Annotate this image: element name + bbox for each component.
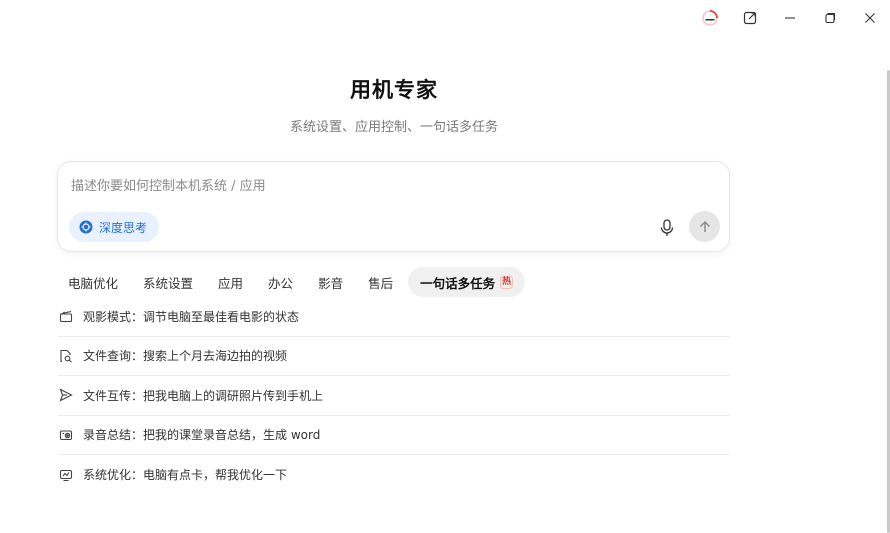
send-button[interactable] bbox=[689, 211, 720, 242]
minimize-icon[interactable] bbox=[770, 6, 810, 30]
list-item[interactable]: 系统优化：电脑有点卡，帮我优化一下 bbox=[58, 455, 730, 495]
tab-after-sales[interactable]: 售后 bbox=[358, 267, 403, 297]
tab-label: 办公 bbox=[268, 275, 294, 291]
app-window: 用机专家 系统设置、应用控制、一句话多任务 深度思考 电脑优化 bbox=[0, 0, 890, 533]
suggestion-list: 观影模式：调节电脑至最佳看电影的状态 文件查询：搜索上个月去海边拍的视频 文件互… bbox=[58, 297, 730, 495]
deep-think-icon bbox=[79, 220, 93, 234]
suggestion-text: 文件互传：把我电脑上的调研照片传到手机上 bbox=[83, 388, 324, 403]
list-item[interactable]: 文件查询：搜索上个月去海边拍的视频 bbox=[58, 337, 730, 376]
tab-apps[interactable]: 应用 bbox=[208, 267, 253, 297]
category-tabs: 电脑优化 系统设置 应用 办公 影音 售后 一句话多任务 热 bbox=[58, 266, 530, 298]
app-logo-icon[interactable] bbox=[690, 6, 730, 30]
hot-badge: 热 bbox=[500, 275, 514, 289]
page-subtitle: 系统设置、应用控制、一句话多任务 bbox=[289, 120, 498, 135]
pop-out-icon[interactable] bbox=[730, 6, 770, 30]
clapperboard-icon bbox=[58, 308, 74, 324]
deep-think-button[interactable]: 深度思考 bbox=[69, 212, 160, 242]
close-icon[interactable] bbox=[850, 6, 890, 30]
suggestion-text: 系统优化：电脑有点卡，帮我优化一下 bbox=[83, 468, 288, 483]
microphone-icon[interactable] bbox=[656, 217, 678, 239]
optimize-icon bbox=[58, 467, 74, 483]
deep-think-label: 深度思考 bbox=[99, 220, 148, 235]
maximize-icon[interactable] bbox=[810, 6, 850, 30]
tab-label: 影音 bbox=[318, 275, 344, 291]
tab-office[interactable]: 办公 bbox=[258, 267, 303, 297]
tab-label: 售后 bbox=[368, 275, 394, 291]
tab-label: 电脑优化 bbox=[68, 275, 119, 291]
tab-system-settings[interactable]: 系统设置 bbox=[133, 267, 203, 297]
prompt-card: 深度思考 bbox=[57, 161, 730, 252]
tab-pc-optimize[interactable]: 电脑优化 bbox=[58, 267, 128, 297]
list-item[interactable]: 文件互传：把我电脑上的调研照片传到手机上 bbox=[58, 376, 730, 416]
tab-media[interactable]: 影音 bbox=[308, 267, 353, 297]
recorder-icon bbox=[58, 427, 74, 443]
list-item[interactable]: 观影模式：调节电脑至最佳看电影的状态 bbox=[58, 297, 730, 337]
tab-label: 系统设置 bbox=[143, 275, 194, 291]
suggestion-text: 观影模式：调节电脑至最佳看电影的状态 bbox=[83, 309, 300, 324]
page-title: 用机专家 bbox=[350, 78, 438, 102]
send-icon bbox=[58, 387, 74, 403]
suggestion-text: 录音总结：把我的课堂录音总结，生成 word bbox=[83, 428, 321, 443]
file-search-icon bbox=[58, 348, 74, 364]
list-item[interactable]: 录音总结：把我的课堂录音总结，生成 word bbox=[58, 416, 730, 455]
prompt-input[interactable] bbox=[71, 175, 691, 197]
suggestion-text: 文件查询：搜索上个月去海边拍的视频 bbox=[83, 349, 288, 364]
window-controls bbox=[690, 6, 890, 30]
tab-label: 应用 bbox=[218, 275, 244, 291]
arrow-up-icon bbox=[699, 220, 710, 232]
tab-multi-task[interactable]: 一句话多任务 热 bbox=[408, 267, 526, 297]
tab-label: 一句话多任务 bbox=[420, 275, 496, 291]
